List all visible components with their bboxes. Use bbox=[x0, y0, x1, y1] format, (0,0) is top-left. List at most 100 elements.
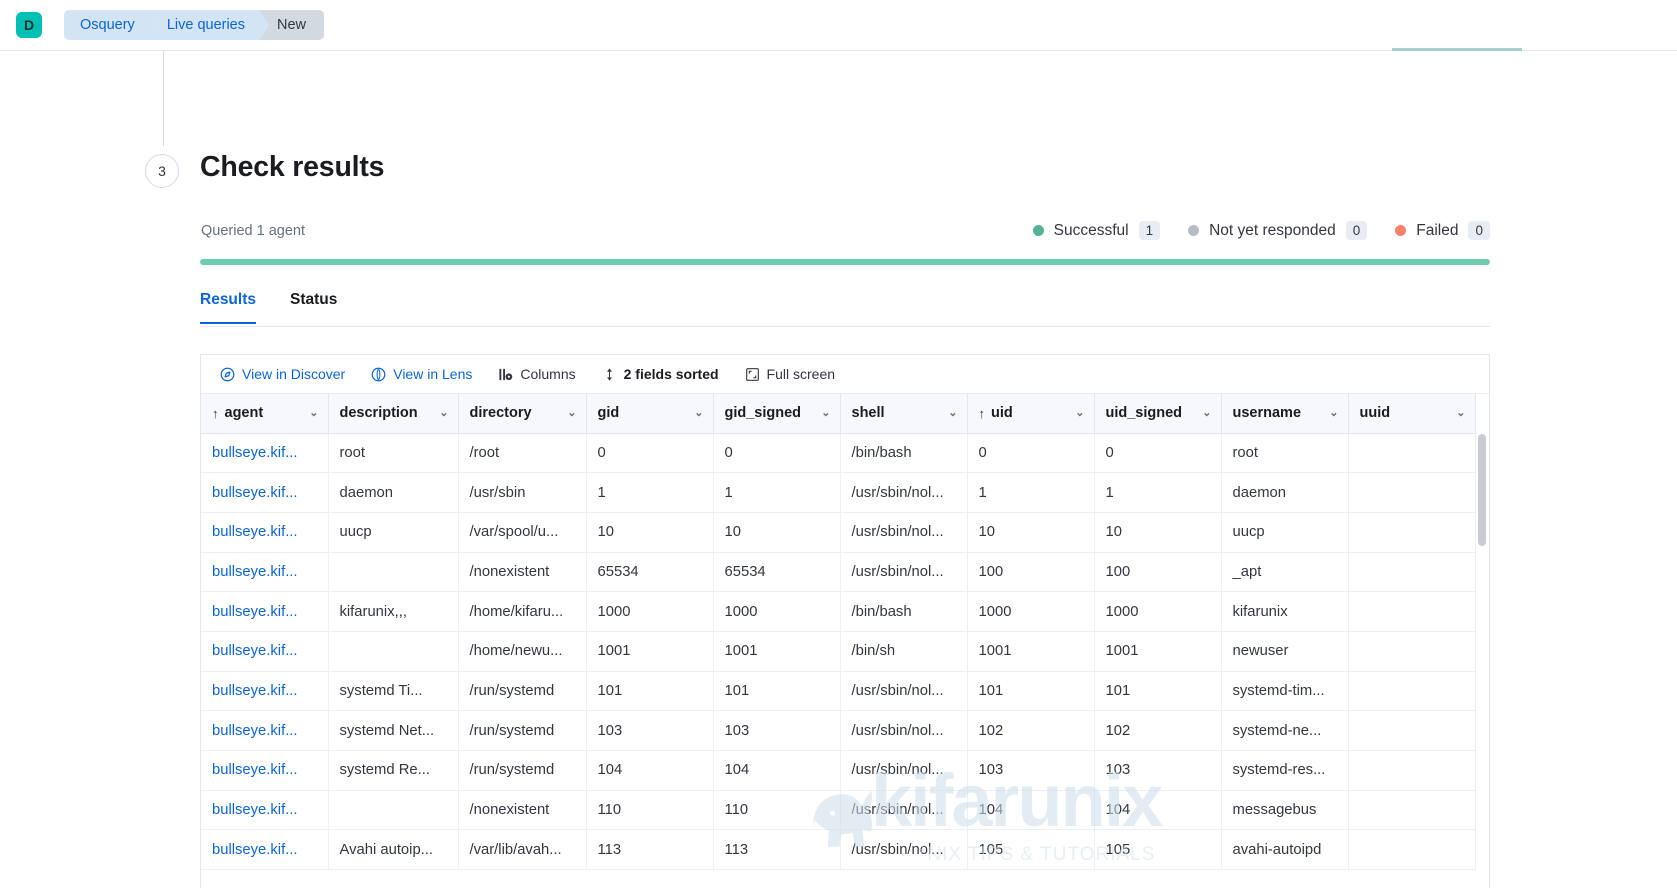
column-header-label: gid bbox=[597, 405, 620, 422]
cell-gid_signed: 10 bbox=[713, 512, 841, 553]
chevron-down-icon[interactable]: ⌄ bbox=[1456, 407, 1465, 419]
column-header-description[interactable]: description ⌄ bbox=[328, 394, 459, 434]
status-dot-icon bbox=[1188, 225, 1200, 236]
cell-uid_signed: 1 bbox=[1094, 472, 1222, 513]
cell-shell: /usr/sbin/nol... bbox=[840, 750, 968, 791]
chevron-down-icon[interactable]: ⌄ bbox=[1075, 407, 1084, 419]
cell-uuid bbox=[1348, 631, 1476, 672]
chevron-down-icon[interactable]: ⌄ bbox=[1202, 407, 1211, 419]
lens-icon bbox=[371, 367, 386, 382]
column-header-shell[interactable]: shell ⌄ bbox=[840, 394, 968, 434]
cell-agent[interactable]: bullseye.kif... bbox=[201, 472, 329, 513]
chevron-down-icon[interactable]: ⌄ bbox=[567, 407, 576, 419]
chevron-down-icon[interactable]: ⌄ bbox=[439, 407, 448, 419]
sort-ascending-icon: ↑ bbox=[212, 405, 219, 421]
column-header-uid[interactable]: ↑ uid ⌄ bbox=[967, 394, 1095, 434]
cell-uid: 1 bbox=[967, 472, 1095, 513]
cell-shell: /usr/sbin/nol... bbox=[840, 552, 968, 593]
cell-description bbox=[328, 631, 459, 672]
status-dot-icon bbox=[1395, 225, 1407, 236]
full-screen-button[interactable]: Full screen bbox=[745, 366, 835, 382]
cell-description: systemd Ti... bbox=[328, 671, 459, 712]
agent-link[interactable]: bullseye.kif... bbox=[212, 762, 298, 778]
chevron-down-icon[interactable]: ⌄ bbox=[948, 407, 957, 419]
agent-link[interactable]: bullseye.kif... bbox=[212, 524, 298, 540]
cell-directory: /home/newu... bbox=[458, 631, 587, 672]
step-number-badge: 3 bbox=[145, 154, 179, 188]
cell-agent[interactable]: bullseye.kif... bbox=[201, 671, 329, 712]
view-in-lens-button[interactable]: View in Lens bbox=[371, 366, 472, 382]
column-header-label: uid bbox=[991, 405, 1013, 422]
table-row: bullseye.kif.../nonexistent 110 110/usr/sb… bbox=[201, 790, 1476, 831]
column-header-uuid[interactable]: uuid ⌄ bbox=[1348, 394, 1476, 434]
cell-uid_signed: 10 bbox=[1094, 512, 1222, 553]
view-in-discover-button[interactable]: View in Discover bbox=[220, 366, 345, 382]
columns-button[interactable]: Columns bbox=[498, 366, 576, 382]
cell-uid: 104 bbox=[967, 790, 1095, 831]
cell-uid_signed: 100 bbox=[1094, 552, 1222, 593]
chevron-down-icon[interactable]: ⌄ bbox=[1329, 407, 1338, 419]
breadcrumb-arrow-icon bbox=[148, 10, 159, 40]
agent-link[interactable]: bullseye.kif... bbox=[212, 723, 298, 739]
cell-description: kifarunix,,, bbox=[328, 591, 459, 632]
cell-username: messagebus bbox=[1221, 790, 1349, 831]
agent-link[interactable]: bullseye.kif... bbox=[212, 485, 298, 501]
cell-agent[interactable]: bullseye.kif... bbox=[201, 710, 329, 751]
cell-agent[interactable]: bullseye.kif... bbox=[201, 552, 329, 593]
breadcrumb-item-live-queries[interactable]: Live queries bbox=[148, 10, 269, 40]
cell-gid_signed: 104 bbox=[713, 750, 841, 791]
discover-icon bbox=[220, 367, 235, 382]
status-count-badge: 0 bbox=[1345, 221, 1368, 240]
column-header-directory[interactable]: directory ⌄ bbox=[458, 394, 587, 434]
cell-uid_signed: 102 bbox=[1094, 710, 1222, 751]
cell-shell: /bin/sh bbox=[840, 631, 968, 672]
column-header-agent[interactable]: ↑ agent ⌄ bbox=[201, 394, 329, 434]
cell-gid: 1000 bbox=[586, 591, 714, 632]
status-count-badge: 1 bbox=[1138, 221, 1161, 240]
column-header-gid[interactable]: gid ⌄ bbox=[586, 394, 714, 434]
tab-status[interactable]: Status bbox=[290, 283, 337, 323]
cell-agent[interactable]: bullseye.kif... bbox=[201, 829, 329, 871]
chevron-down-icon[interactable]: ⌄ bbox=[694, 407, 703, 419]
chevron-down-icon[interactable]: ⌄ bbox=[309, 407, 318, 419]
cell-description: systemd Net... bbox=[328, 710, 459, 751]
cell-uuid bbox=[1348, 710, 1476, 751]
fields-sorted-button[interactable]: 2 fields sorted bbox=[602, 366, 719, 382]
cell-gid: 1 bbox=[586, 472, 714, 513]
cell-gid_signed: 103 bbox=[713, 710, 841, 751]
space-avatar[interactable]: D bbox=[16, 12, 42, 38]
column-header-username[interactable]: username ⌄ bbox=[1221, 394, 1349, 434]
cell-description: root bbox=[328, 433, 459, 474]
vertical-scrollbar[interactable] bbox=[1477, 434, 1488, 886]
cell-username: kifarunix bbox=[1221, 591, 1349, 632]
agent-link[interactable]: bullseye.kif... bbox=[212, 445, 298, 461]
cell-agent[interactable]: bullseye.kif... bbox=[201, 631, 329, 672]
agent-link[interactable]: bullseye.kif... bbox=[212, 842, 298, 858]
breadcrumb-item-osquery[interactable]: Osquery bbox=[64, 10, 159, 40]
column-header-gid_signed[interactable]: gid_signed ⌄ bbox=[713, 394, 841, 434]
toolbar-label: 2 fields sorted bbox=[623, 366, 719, 382]
cell-uid_signed: 1001 bbox=[1094, 631, 1222, 672]
cell-agent[interactable]: bullseye.kif... bbox=[201, 512, 329, 553]
cell-shell: /usr/sbin/nol... bbox=[840, 710, 968, 751]
column-header-label: uid_signed bbox=[1105, 405, 1183, 422]
agent-link[interactable]: bullseye.kif... bbox=[212, 802, 298, 818]
status-label: Not yet responded bbox=[1209, 221, 1336, 239]
tab-results[interactable]: Results bbox=[200, 283, 256, 324]
cell-agent[interactable]: bullseye.kif... bbox=[201, 750, 329, 791]
vertical-scrollbar-thumb[interactable] bbox=[1478, 434, 1486, 546]
cell-agent[interactable]: bullseye.kif... bbox=[201, 433, 329, 474]
cell-agent[interactable]: bullseye.kif... bbox=[201, 591, 329, 632]
agent-link[interactable]: bullseye.kif... bbox=[212, 604, 298, 620]
column-header-label: shell bbox=[851, 405, 885, 422]
chevron-down-icon[interactable]: ⌄ bbox=[821, 407, 830, 419]
agent-link[interactable]: bullseye.kif... bbox=[212, 643, 298, 659]
queried-agents-text: Queried 1 agent bbox=[201, 223, 305, 239]
status-label: Failed bbox=[1416, 221, 1459, 239]
query-progress-fill bbox=[200, 259, 1490, 265]
cell-agent[interactable]: bullseye.kif... bbox=[201, 790, 329, 831]
agent-link[interactable]: bullseye.kif... bbox=[212, 683, 298, 699]
cell-username: systemd-tim... bbox=[1221, 671, 1349, 712]
column-header-uid_signed[interactable]: uid_signed ⌄ bbox=[1094, 394, 1222, 434]
agent-link[interactable]: bullseye.kif... bbox=[212, 564, 298, 580]
